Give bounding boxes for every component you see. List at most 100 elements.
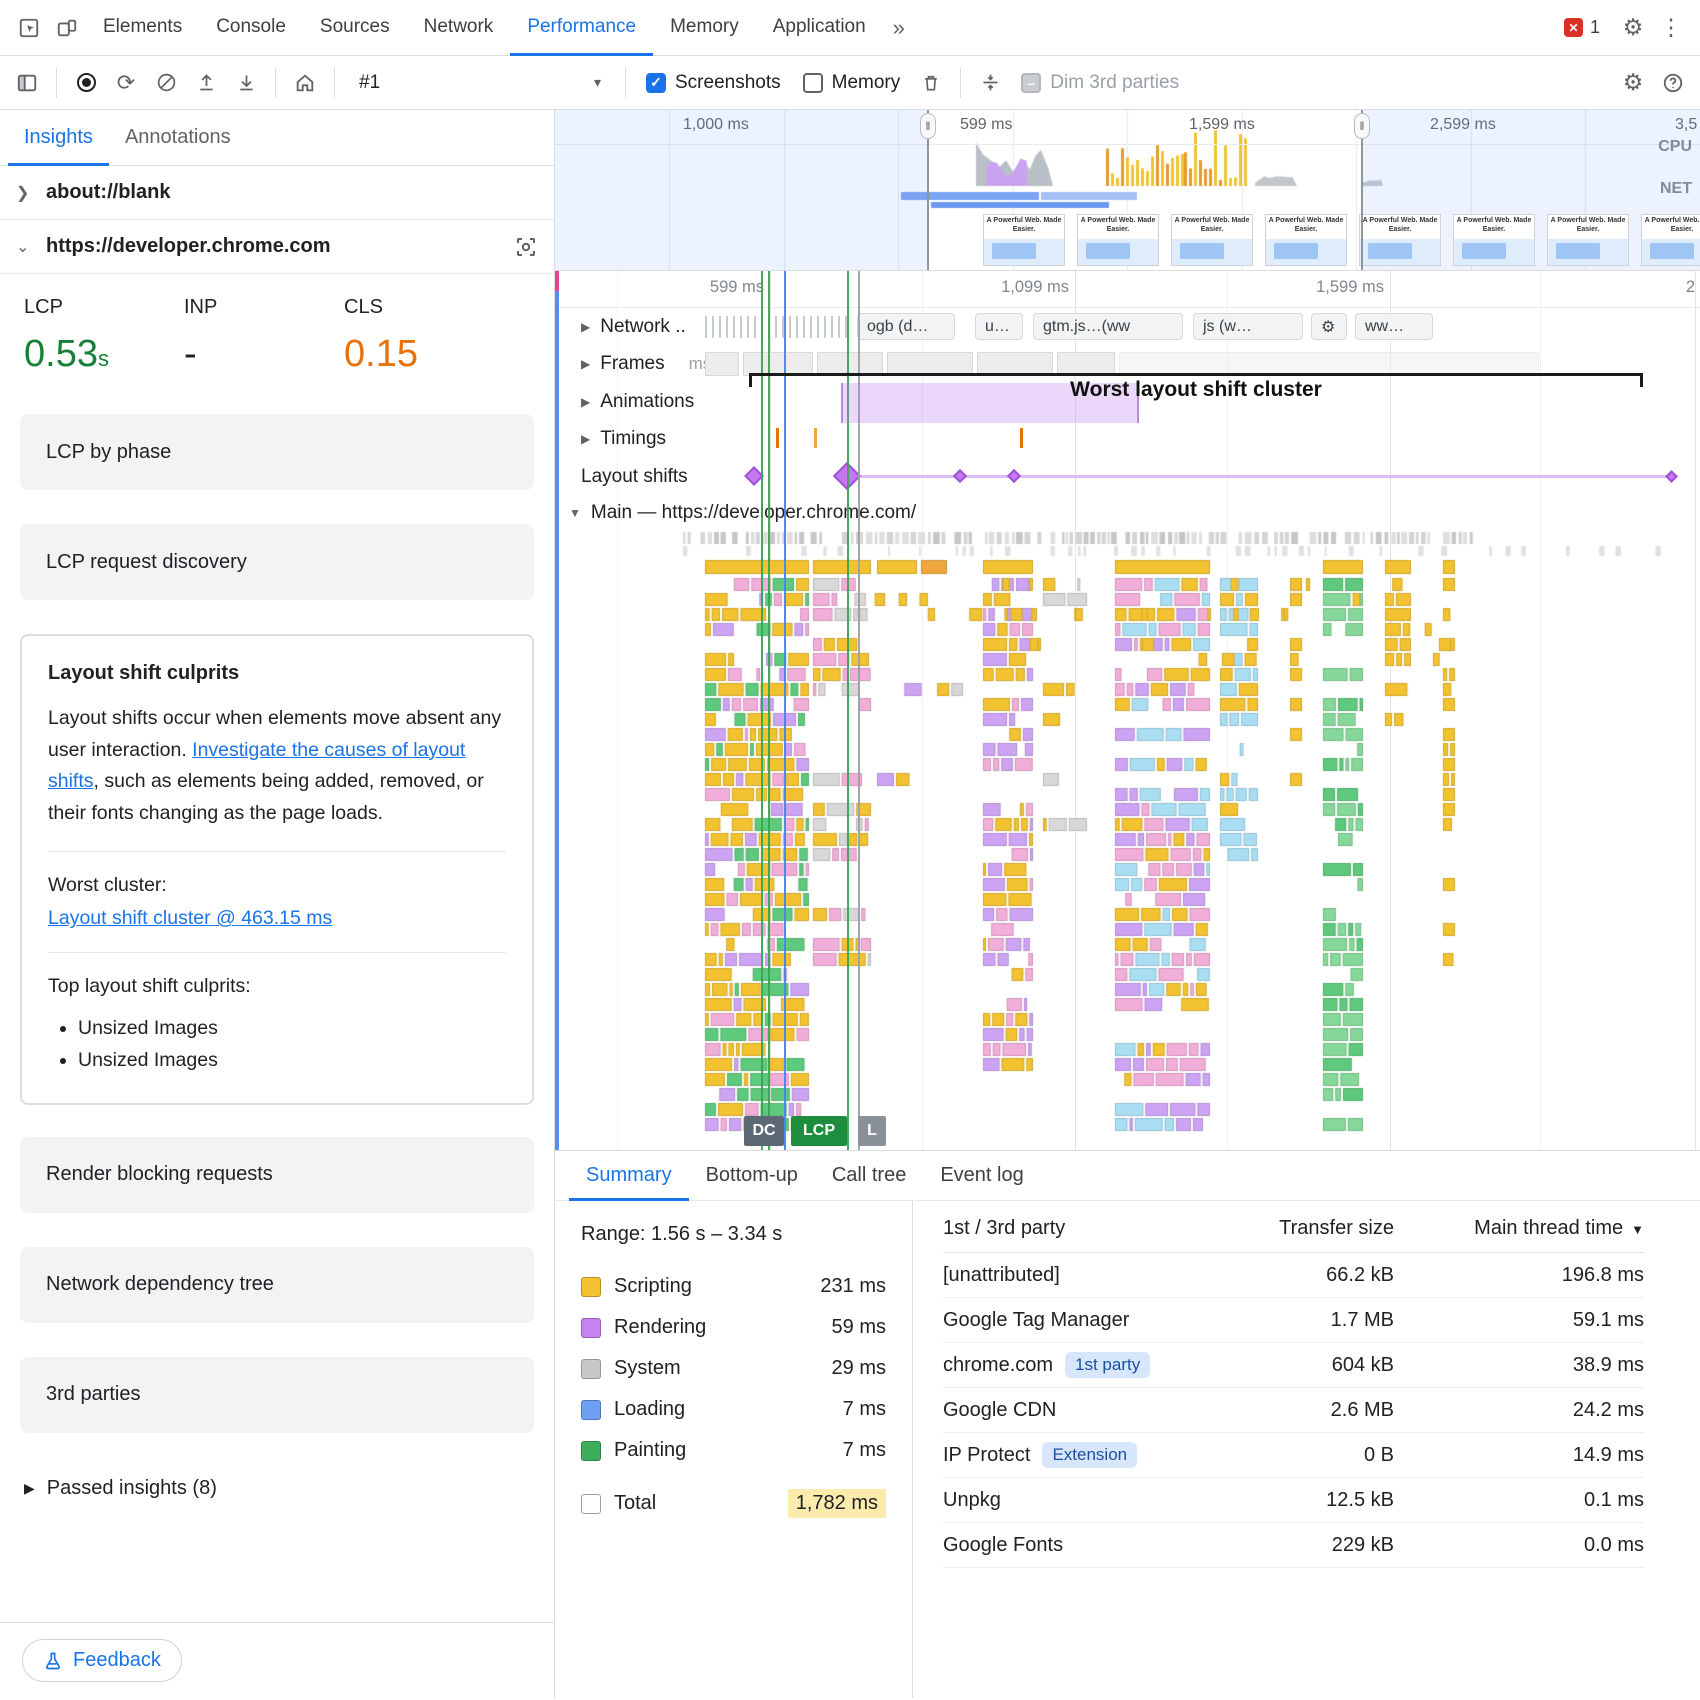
layout-shift-diamond[interactable]: [953, 469, 967, 483]
collapse-recording-icon[interactable]: [971, 64, 1009, 102]
layout-shift-diamond[interactable]: [1665, 470, 1678, 483]
header-main-thread-time[interactable]: Main thread time▼: [1394, 1217, 1644, 1240]
screenshots-checkbox[interactable]: ✓: [646, 73, 666, 93]
memory-toggle[interactable]: Memory: [793, 72, 911, 94]
layout-shift-diamond[interactable]: [833, 462, 861, 490]
insight-card-network-tree[interactable]: Network dependency tree: [20, 1247, 534, 1323]
network-request-chip[interactable]: gtm.js…(ww: [1033, 313, 1183, 340]
filmstrip-thumbnail[interactable]: A Powerful Web. Made Easier.: [1077, 214, 1159, 266]
flame-chart-canvas[interactable]: [555, 530, 1700, 1150]
insight-card-render-blocking[interactable]: Render blocking requests: [20, 1137, 534, 1213]
timeline-overview[interactable]: 1,000 ms 599 ms 1,599 ms 2,599 ms 3,5 CP…: [555, 110, 1700, 271]
home-icon[interactable]: [286, 64, 324, 102]
trace-item-developer-chrome[interactable]: ⌄ https://developer.chrome.com: [0, 220, 554, 274]
tab-sources[interactable]: Sources: [303, 0, 407, 56]
help-icon[interactable]: [1654, 64, 1692, 102]
disclosure-triangle-icon[interactable]: ▶: [581, 395, 590, 409]
drag-grip-icon[interactable]: ‖: [1354, 113, 1370, 139]
table-row[interactable]: Google CDN 2.6 MB 24.2 ms: [943, 1388, 1644, 1433]
table-row[interactable]: chrome.com 1st party 604 kB 38.9 ms: [943, 1343, 1644, 1388]
header-transfer-size[interactable]: Transfer size: [1214, 1217, 1394, 1240]
metric-cls[interactable]: CLS 0.15: [344, 296, 504, 376]
more-tabs-icon[interactable]: »: [883, 15, 915, 41]
dim-3rd-parties-toggle[interactable]: – Dim 3rd parties: [1011, 72, 1189, 94]
disclosure-triangle-icon[interactable]: ▶: [581, 432, 590, 446]
metric-lcp[interactable]: LCP 0.53s: [24, 296, 184, 376]
filmstrip-thumbnail[interactable]: A Powerful Web. Made Easier.: [1359, 214, 1441, 266]
filmstrip-thumbnail[interactable]: A Powerful Web. Made Easier.: [1265, 214, 1347, 266]
filmstrip-thumbnail[interactable]: A Powerful Web. Made Easier.: [1171, 214, 1253, 266]
insight-card-lcp-by-phase[interactable]: LCP by phase: [20, 414, 534, 490]
timing-marker[interactable]: [814, 428, 817, 448]
dim-3rd-parties-checkbox[interactable]: –: [1021, 73, 1041, 93]
frame-segment[interactable]: [743, 352, 813, 376]
kebab-menu-icon[interactable]: ⋮: [1652, 9, 1690, 47]
timing-marker[interactable]: [776, 428, 779, 448]
garbage-collect-icon[interactable]: [912, 64, 950, 102]
worst-cluster-link[interactable]: Layout shift cluster @ 463.15 ms: [48, 907, 506, 930]
passed-insights-toggle[interactable]: ▶ Passed insights (8): [0, 1467, 554, 1510]
frame-segment[interactable]: [887, 352, 973, 376]
drag-grip-icon[interactable]: ‖: [920, 113, 936, 139]
network-request-chip[interactable]: ww…: [1355, 313, 1433, 340]
frame-segment[interactable]: [817, 352, 883, 376]
insight-card-3rd-parties[interactable]: 3rd parties: [20, 1357, 534, 1433]
disclosure-triangle-icon[interactable]: ▼: [569, 506, 581, 520]
selection-handle-right[interactable]: ‖: [1361, 110, 1363, 270]
track-animations[interactable]: ▶ Animations: [555, 383, 1700, 420]
track-layout-shifts[interactable]: Layout shifts: [555, 458, 1700, 495]
tab-summary[interactable]: Summary: [569, 1151, 689, 1201]
tab-memory[interactable]: Memory: [653, 0, 756, 56]
selection-handle-left[interactable]: ‖: [927, 110, 929, 270]
metric-inp[interactable]: INP -: [184, 296, 344, 376]
table-row[interactable]: Unpkg 12.5 kB 0.1 ms: [943, 1478, 1644, 1523]
table-row[interactable]: Google Tag Manager 1.7 MB 59.1 ms: [943, 1298, 1644, 1343]
track-network[interactable]: ▶ Network .. ogb (d…u…gtm.js…(wwjs (w…ww…: [555, 308, 1700, 345]
frame-segment[interactable]: [1057, 352, 1115, 376]
filmstrip-thumbnail[interactable]: A Powerful Web. Made Easier.: [983, 214, 1065, 266]
inspect-element-icon[interactable]: [10, 9, 48, 47]
tab-insights[interactable]: Insights: [8, 110, 109, 166]
network-request-gear-chip-icon[interactable]: ⚙: [1311, 313, 1347, 340]
track-timings[interactable]: ▶ Timings: [555, 420, 1700, 458]
filmstrip-thumbnail[interactable]: A Powerful Web. Made Easier.: [1453, 214, 1535, 266]
layout-shift-diamond[interactable]: [744, 466, 764, 486]
reload-and-record-icon[interactable]: ⟳: [107, 64, 145, 102]
table-row[interactable]: IP Protect Extension 0 B 14.9 ms: [943, 1433, 1644, 1478]
header-party[interactable]: 1st / 3rd party: [943, 1217, 1214, 1240]
tab-bottom-up[interactable]: Bottom-up: [689, 1151, 815, 1201]
track-frames[interactable]: ▶ Frames ms: [555, 345, 1700, 383]
layout-shift-diamond[interactable]: [1007, 469, 1021, 483]
network-request-chip[interactable]: u…: [975, 313, 1023, 340]
table-row[interactable]: [unattributed] 66.2 kB 196.8 ms: [943, 1253, 1644, 1298]
memory-checkbox[interactable]: [803, 73, 823, 93]
network-request-chip[interactable]: js (w…: [1193, 313, 1303, 340]
tab-performance[interactable]: Performance: [510, 0, 653, 56]
insight-card-layout-shift-culprits[interactable]: Layout shift culprits Layout shifts occu…: [20, 634, 534, 1105]
tab-event-log[interactable]: Event log: [923, 1151, 1040, 1201]
insight-card-lcp-request-discovery[interactable]: LCP request discovery: [20, 524, 534, 600]
clear-icon[interactable]: [147, 64, 185, 102]
tab-network[interactable]: Network: [407, 0, 511, 56]
timing-marker[interactable]: [1020, 428, 1023, 448]
tab-application[interactable]: Application: [756, 0, 883, 56]
disclosure-triangle-icon[interactable]: ▶: [581, 320, 590, 334]
frame-segment[interactable]: [705, 352, 739, 376]
main-thread-header[interactable]: ▼ Main — https://developer.chrome.com/: [555, 495, 1700, 530]
network-request-chip[interactable]: ogb (d…: [857, 313, 955, 340]
record-button[interactable]: [67, 64, 105, 102]
disclosure-triangle-icon[interactable]: ▶: [581, 357, 590, 371]
device-toolbar-icon[interactable]: [48, 9, 86, 47]
capture-settings-gear-icon[interactable]: ⚙: [1614, 64, 1652, 102]
console-error-counter[interactable]: ✕ 1: [1564, 17, 1600, 38]
toggle-sidebar-icon[interactable]: [8, 64, 46, 102]
screenshots-toggle[interactable]: ✓ Screenshots: [636, 72, 791, 94]
tab-call-tree[interactable]: Call tree: [815, 1151, 923, 1201]
frame-segment[interactable]: [1119, 352, 1539, 376]
tab-elements[interactable]: Elements: [86, 0, 199, 56]
save-profile-icon[interactable]: [227, 64, 265, 102]
feedback-button[interactable]: Feedback: [22, 1639, 182, 1682]
frame-segment[interactable]: [977, 352, 1053, 376]
trace-item-about-blank[interactable]: ❯ about://blank: [0, 166, 554, 220]
tab-annotations[interactable]: Annotations: [109, 110, 247, 166]
